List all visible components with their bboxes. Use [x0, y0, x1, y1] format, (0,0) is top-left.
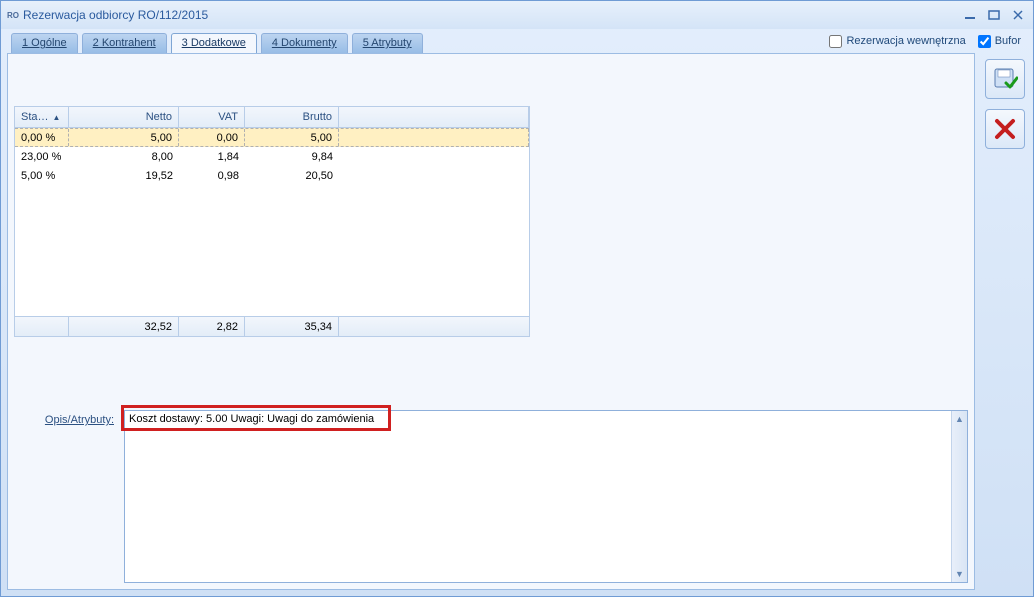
save-button[interactable] [985, 59, 1025, 99]
tab-atrybuty[interactable]: 5 Atrybuty [352, 33, 423, 53]
table-row[interactable]: 23,00 %8,001,849,84 [15, 147, 529, 166]
tab-ogólne[interactable]: 1 Ogólne [11, 33, 78, 53]
window-title: Rezerwacja odbiorcy RO/112/2015 [23, 8, 208, 22]
tab-dokumenty[interactable]: 4 Dokumenty [261, 33, 348, 53]
scroll-down-icon[interactable]: ▼ [952, 566, 967, 582]
column-header-blank [339, 107, 529, 127]
save-check-icon [992, 66, 1018, 92]
tab-kontrahent[interactable]: 2 Kontrahent [82, 33, 167, 53]
grid-body[interactable]: 0,00 %5,000,005,0023,00 %8,001,849,845,0… [15, 128, 529, 316]
footer-netto: 32,52 [69, 317, 179, 336]
sort-ascending-icon: ▲ [53, 113, 61, 122]
close-button[interactable] [1009, 7, 1027, 23]
vat-grid[interactable]: Sta… ▲ Netto VAT Brutto 0,00 %5,000,005,… [14, 106, 530, 337]
column-header-stawka-label: Sta… [21, 111, 49, 123]
description-textarea[interactable]: Koszt dostawy: 5.00 Uwagi: Uwagi do zamó… [124, 410, 968, 583]
column-header-brutto[interactable]: Brutto [245, 107, 339, 127]
cancel-button[interactable] [985, 109, 1025, 149]
column-header-stawka[interactable]: Sta… ▲ [15, 107, 69, 127]
grid-header: Sta… ▲ Netto VAT Brutto [15, 107, 529, 128]
grid-footer: 32,52 2,82 35,34 [15, 316, 529, 336]
checkbox-rezerwacja-wewnetrzna[interactable]: Rezerwacja wewnętrzna [829, 35, 965, 48]
table-row[interactable]: 5,00 %19,520,9820,50 [15, 166, 529, 185]
description-label[interactable]: Opis/Atrybuty: [14, 410, 118, 583]
checkbox-rezerwacja-wewnetrzna-input[interactable] [829, 35, 842, 48]
side-buttons [985, 59, 1025, 149]
maximize-button[interactable] [985, 7, 1003, 23]
titlebar[interactable]: RO Rezerwacja odbiorcy RO/112/2015 [1, 1, 1033, 29]
content-panel: Sta… ▲ Netto VAT Brutto 0,00 %5,000,005,… [7, 53, 975, 590]
tab-row: 1 Ogólne2 Kontrahent3 Dodatkowe4 Dokumen… [1, 29, 1033, 53]
column-header-netto[interactable]: Netto [69, 107, 179, 127]
checkbox-bufor-input[interactable] [978, 35, 991, 48]
minimize-button[interactable] [961, 7, 979, 23]
description-row: Opis/Atrybuty: Koszt dostawy: 5.00 Uwagi… [14, 410, 968, 583]
footer-vat: 2,82 [179, 317, 245, 336]
red-x-icon [993, 117, 1017, 141]
description-text: Koszt dostawy: 5.00 Uwagi: Uwagi do zamó… [129, 413, 947, 425]
window-frame: RO Rezerwacja odbiorcy RO/112/2015 1 Ogó… [0, 0, 1034, 597]
scroll-up-icon[interactable]: ▲ [952, 411, 967, 427]
table-row[interactable]: 0,00 %5,000,005,00 [15, 128, 529, 147]
footer-brutto: 35,34 [245, 317, 339, 336]
tab-dodatkowe[interactable]: 3 Dodatkowe [171, 33, 257, 53]
ro-icon: RO [7, 11, 19, 20]
description-scrollbar[interactable]: ▲ ▼ [951, 411, 967, 582]
checkbox-bufor-label: Bufor [995, 35, 1021, 47]
column-header-vat[interactable]: VAT [179, 107, 245, 127]
footer-stawka [15, 317, 69, 336]
checkbox-bufor[interactable]: Bufor [978, 35, 1021, 48]
checkbox-rezerwacja-wewnetrzna-label: Rezerwacja wewnętrzna [846, 35, 965, 47]
